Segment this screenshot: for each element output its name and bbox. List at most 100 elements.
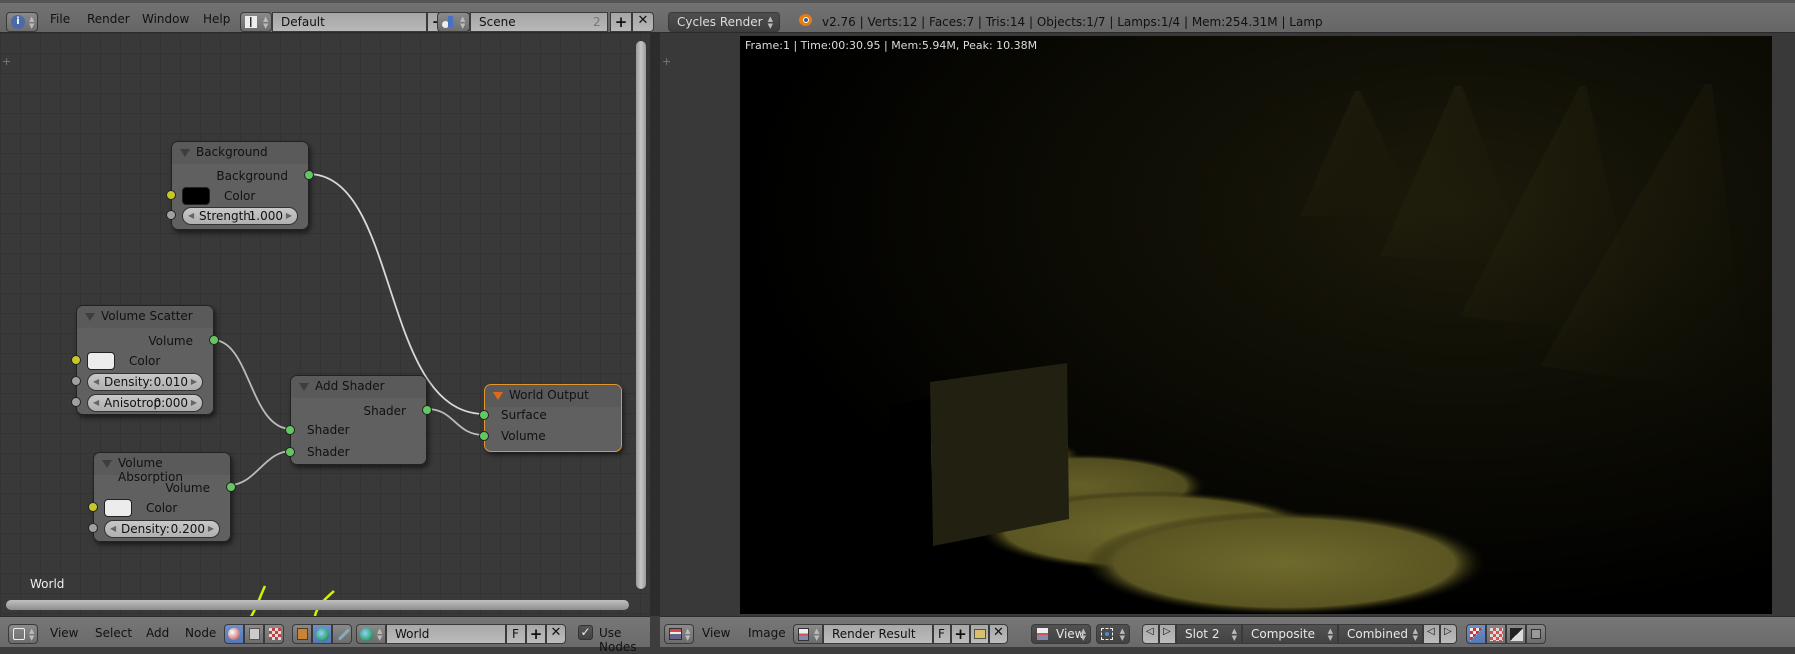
node-header[interactable]: Volume Absorption xyxy=(94,453,230,484)
node-world-output[interactable]: World Output Surface Volume xyxy=(479,384,622,452)
world-browse-button[interactable]: ▲ ▼ xyxy=(356,624,386,644)
increment-arrow-icon[interactable]: ▶ xyxy=(191,377,197,386)
new-world-button[interactable]: + xyxy=(526,624,546,644)
unlink-world-button[interactable]: ✕ xyxy=(546,624,566,644)
tree-type-texture-button[interactable] xyxy=(264,624,284,644)
node-header[interactable]: Add Shader xyxy=(291,376,426,398)
view-mode-dropdown[interactable]: View ▲ ▼ xyxy=(1031,624,1091,644)
unlink-image-button[interactable]: ✕ xyxy=(989,624,1008,644)
previous-pass-button[interactable]: ◁ xyxy=(1423,624,1440,644)
input-socket-density[interactable] xyxy=(71,376,81,386)
increment-arrow-icon[interactable]: ▶ xyxy=(191,398,197,407)
screen-layout-field[interactable]: Default xyxy=(272,12,427,32)
horizontal-scrollbar[interactable] xyxy=(6,600,629,610)
render-result-image[interactable]: Frame:1 | Time:00:30.95 | Mem:5.94M, Pea… xyxy=(740,36,1772,614)
density-field[interactable]: ◀ Density: 0.010 ▶ xyxy=(87,373,203,391)
input-socket-density[interactable] xyxy=(88,523,98,533)
new-image-button[interactable]: + xyxy=(951,624,970,644)
input-socket-anisotropy[interactable] xyxy=(71,397,81,407)
decrement-arrow-icon[interactable]: ◀ xyxy=(110,524,116,533)
input-socket-shader-2[interactable] xyxy=(285,447,295,457)
input-socket-shader-1[interactable] xyxy=(285,425,295,435)
editor-type-info-button[interactable]: i ▲ ▼ xyxy=(6,12,38,32)
fake-user-button[interactable]: F xyxy=(933,624,951,644)
slot-dropdown[interactable]: Slot 2 ▲ ▼ xyxy=(1176,624,1242,644)
render-pass-dropdown[interactable]: Combined ▲ ▼ xyxy=(1338,624,1423,644)
decrement-arrow-icon[interactable]: ◀ xyxy=(188,211,194,220)
node-volume-scatter[interactable]: Volume Scatter Volume Color ◀ Density: 0… xyxy=(71,305,219,415)
output-socket-volume[interactable] xyxy=(226,482,236,492)
menu-view[interactable]: View xyxy=(702,626,730,640)
node-volume-absorption[interactable]: Volume Absorption Volume Color ◀ Density… xyxy=(88,452,236,542)
node-editor[interactable]: + Background Background Color ◀ Strength… xyxy=(0,33,650,616)
next-pass-button[interactable]: ▷ xyxy=(1440,624,1457,644)
collapse-triangle-icon[interactable] xyxy=(299,383,309,391)
shader-type-world-button[interactable] xyxy=(312,624,332,644)
tree-type-compositing-button[interactable] xyxy=(244,624,264,644)
menu-node[interactable]: Node xyxy=(185,626,216,640)
scene-browse-button[interactable]: ▲ ▼ xyxy=(437,12,470,32)
world-datablock-field[interactable]: World xyxy=(386,624,506,644)
tree-type-shader-button[interactable] xyxy=(224,624,244,644)
collapse-triangle-icon[interactable] xyxy=(102,460,112,468)
increment-arrow-icon[interactable]: ▶ xyxy=(208,524,214,533)
draw-alpha-button[interactable] xyxy=(1506,624,1526,644)
pivot-dropdown[interactable]: ▲ ▼ xyxy=(1096,624,1130,644)
image-datablock-field[interactable]: Render Result xyxy=(823,624,933,644)
previous-slot-button[interactable]: ◁ xyxy=(1142,624,1159,644)
screen-layout-browse-button[interactable]: ▲ ▼ xyxy=(240,12,272,32)
menu-image[interactable]: Image xyxy=(748,626,786,640)
render-engine-dropdown[interactable]: Cycles Render ▲ ▼ xyxy=(668,12,780,32)
output-socket-background[interactable] xyxy=(304,170,314,180)
collapse-triangle-icon[interactable] xyxy=(85,313,95,321)
use-nodes-checkbox[interactable]: ✓ xyxy=(578,625,593,640)
density-field[interactable]: ◀ Density: 0.200 ▶ xyxy=(104,520,220,538)
region-expand-icon[interactable]: + xyxy=(662,55,671,68)
editor-type-node-button[interactable]: ▲ ▼ xyxy=(8,624,38,644)
image-browse-button[interactable]: ▲ ▼ xyxy=(793,624,823,644)
render-layer-dropdown[interactable]: Composite ▲ ▼ xyxy=(1242,624,1338,644)
shader-type-linestyle-button[interactable] xyxy=(332,624,352,644)
menu-render[interactable]: Render xyxy=(87,12,130,26)
image-editor[interactable]: + Frame:1 | Time:00:30.95 | Mem:5.94M, P… xyxy=(660,33,1795,616)
open-image-button[interactable] xyxy=(970,624,989,644)
vertical-scrollbar[interactable] xyxy=(636,41,646,589)
area-divider[interactable] xyxy=(650,33,660,616)
node-background[interactable]: Background Background Color ◀ Strength: … xyxy=(166,141,314,230)
menu-add[interactable]: Add xyxy=(146,626,169,640)
strength-field[interactable]: ◀ Strength: 1.000 ▶ xyxy=(182,207,298,225)
menu-window[interactable]: Window xyxy=(142,12,189,26)
node-header[interactable]: Volume Scatter xyxy=(77,306,213,328)
input-socket-strength[interactable] xyxy=(166,210,176,220)
node-header[interactable]: World Output xyxy=(485,385,621,407)
draw-color-button[interactable] xyxy=(1486,624,1506,644)
input-socket-surface[interactable] xyxy=(479,410,489,420)
input-socket-color[interactable] xyxy=(166,190,176,200)
anisotropy-field[interactable]: ◀ Anisotrop: 0.000 ▶ xyxy=(87,394,203,412)
menu-select[interactable]: Select xyxy=(95,626,132,640)
shader-type-object-button[interactable] xyxy=(292,624,312,644)
add-scene-button[interactable]: + xyxy=(610,12,632,32)
next-slot-button[interactable]: ▷ xyxy=(1159,624,1176,644)
fake-user-button[interactable]: F xyxy=(506,624,526,644)
node-header[interactable]: Background xyxy=(172,142,308,164)
decrement-arrow-icon[interactable]: ◀ xyxy=(93,398,99,407)
draw-color-alpha-button[interactable] xyxy=(1466,624,1486,644)
increment-arrow-icon[interactable]: ▶ xyxy=(286,211,292,220)
delete-scene-button[interactable]: ✕ xyxy=(632,12,654,32)
color-swatch[interactable] xyxy=(87,352,115,370)
editor-type-image-button[interactable]: ▲ ▼ xyxy=(664,624,694,644)
menu-view[interactable]: View xyxy=(50,626,78,640)
color-swatch[interactable] xyxy=(182,187,210,205)
input-socket-volume[interactable] xyxy=(479,431,489,441)
input-socket-color[interactable] xyxy=(88,502,98,512)
menu-file[interactable]: File xyxy=(50,12,70,26)
output-socket-volume[interactable] xyxy=(209,335,219,345)
decrement-arrow-icon[interactable]: ◀ xyxy=(93,377,99,386)
menu-help[interactable]: Help xyxy=(203,12,230,26)
collapse-triangle-icon[interactable] xyxy=(180,149,190,157)
color-swatch[interactable] xyxy=(104,499,132,517)
collapse-triangle-icon[interactable] xyxy=(493,392,503,400)
node-add-shader[interactable]: Add Shader Shader Shader Shader xyxy=(285,375,432,465)
scene-field[interactable]: Scene xyxy=(470,12,608,32)
